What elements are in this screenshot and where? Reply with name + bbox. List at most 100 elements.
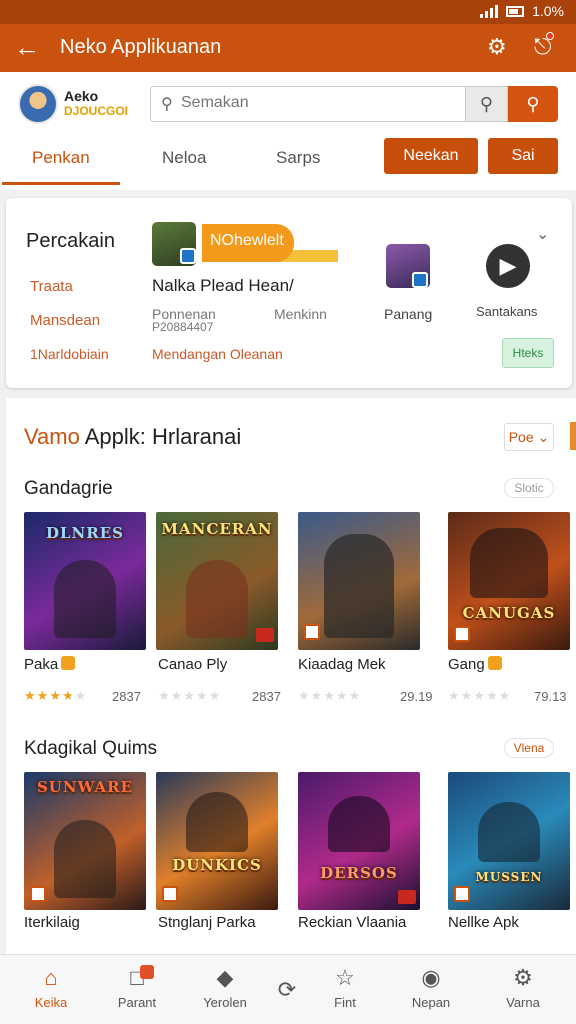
- green-action-button[interactable]: Hteks: [502, 338, 554, 368]
- app-badge-icon: [412, 272, 428, 288]
- game-name[interactable]: Kiaadag Mek: [298, 656, 386, 673]
- game-tile[interactable]: DLNRES: [24, 512, 146, 650]
- game-badge-icon: [162, 886, 178, 902]
- rating-count: 79.13: [534, 689, 567, 704]
- star-icon: ★: [335, 688, 349, 703]
- header: Aeko DJOUCGOI ⚲ ⚲ ⚲ Penkan Neloa Sarps N…: [0, 72, 576, 190]
- game-badge-icon: [304, 624, 320, 640]
- search-icon-button[interactable]: ⚲: [466, 86, 508, 122]
- card-link-mansdean[interactable]: Mansdean: [30, 312, 100, 329]
- promo-link[interactable]: Mendangan Oleanan: [152, 346, 283, 362]
- game-tile[interactable]: [298, 512, 420, 650]
- game-art-figure: [328, 796, 390, 852]
- game-tile[interactable]: CANUGAS: [448, 512, 570, 650]
- tab-penkan[interactable]: Penkan: [32, 148, 90, 168]
- nav-item-fint[interactable]: ☆ Fint: [304, 955, 386, 1024]
- search-submit-button[interactable]: ⚲: [508, 86, 558, 122]
- rating-count: 2837: [252, 689, 281, 704]
- game-art-figure: [54, 820, 116, 898]
- game-tile[interactable]: DUNKICS: [156, 772, 278, 910]
- game-name[interactable]: Gang: [448, 656, 502, 673]
- star-icon: ★: [298, 688, 311, 703]
- game-name[interactable]: Canao Ply: [158, 656, 227, 673]
- chat-icon: □: [130, 965, 144, 990]
- play-icon[interactable]: ▶: [486, 244, 530, 288]
- coin-icon: [487, 656, 502, 670]
- signal-icon: [480, 4, 499, 18]
- app-badge-icon: [180, 248, 196, 264]
- compass-icon[interactable]: ⎋: [534, 32, 555, 60]
- tab-indicator: [2, 182, 120, 185]
- star-icon: ★: [208, 688, 222, 703]
- search-box[interactable]: ⚲: [150, 86, 466, 122]
- star-icon: ★: [448, 688, 461, 703]
- row-title-2: Kdagikal Quims: [24, 738, 158, 759]
- star-icon: ★: [158, 688, 171, 703]
- star-icon: ★: [61, 688, 75, 703]
- neekan-button[interactable]: Neekan: [384, 138, 478, 174]
- gear-icon: ⚙: [513, 965, 533, 990]
- game-tile[interactable]: SUNWARE: [24, 772, 146, 910]
- game-tile[interactable]: DERSOS: [298, 772, 420, 910]
- tab-neloa[interactable]: Neloa: [162, 148, 206, 168]
- nav-item-varna[interactable]: ⚙ Varna: [482, 955, 564, 1024]
- game-tile[interactable]: MUSSEN: [448, 772, 570, 910]
- avatar[interactable]: [18, 84, 58, 124]
- user-name: Aeko: [64, 88, 99, 104]
- card-link-traata[interactable]: Traata: [30, 278, 73, 295]
- app-label-panang: Panang: [384, 306, 433, 322]
- game-badge-icon: [454, 886, 470, 902]
- star-icon: ★: [460, 688, 474, 703]
- games-section: Vamo Applk: Hrlaranai Poe ⌄ Gandagrie Sl…: [6, 398, 576, 954]
- user-subtitle: DJOUCGOI: [64, 104, 129, 118]
- nav-item-keika[interactable]: ⌂ Keika: [10, 955, 92, 1024]
- app-bar: ← Neko Applikuanan ⚙ ⎋: [0, 24, 576, 72]
- game-badge-icon: [398, 890, 416, 904]
- app-title: Neko Applikuanan: [60, 36, 222, 58]
- row-pill-2[interactable]: Vlena: [504, 738, 554, 758]
- filter-dropdown[interactable]: Poe ⌄: [504, 423, 554, 451]
- star-icon: ★: [170, 688, 184, 703]
- game-badge-icon: [30, 886, 46, 902]
- star-icon: ★: [485, 688, 499, 703]
- card-link-narldobiain[interactable]: 1Narldobiain: [30, 346, 109, 362]
- game-art-figure: [186, 560, 248, 638]
- game-art-figure: [54, 560, 116, 638]
- search-icon: ⚲: [526, 93, 540, 114]
- row-pill-1[interactable]: Slotic: [504, 478, 554, 498]
- promo-thumbnail[interactable]: [152, 222, 196, 266]
- tab-sarps[interactable]: Sarps: [276, 148, 320, 168]
- game-tile[interactable]: MANCERAN: [156, 512, 278, 650]
- promo-title[interactable]: Nalka Plead Hean/: [152, 276, 294, 296]
- app-icon-panang[interactable]: [386, 244, 430, 288]
- search-icon: ⚲: [479, 93, 494, 114]
- nav-item-nepan[interactable]: ◉ Nepan: [390, 955, 472, 1024]
- star-rating: ★★★★★: [448, 688, 511, 704]
- nav-item-parant[interactable]: □ Parant: [96, 955, 178, 1024]
- game-name[interactable]: Stnglanj Parka: [158, 914, 256, 931]
- star-icon: ☆: [335, 965, 355, 990]
- game-name[interactable]: Nellke Apk: [448, 914, 519, 931]
- rating-count: 29.19: [400, 689, 433, 704]
- back-arrow-icon[interactable]: ←: [14, 34, 40, 60]
- star-icon: ★: [498, 688, 512, 703]
- chevron-down-icon[interactable]: ⌄: [536, 224, 549, 244]
- game-name[interactable]: Reckian Vlaania: [298, 914, 406, 931]
- section-title: Vamo Applk: Hrlaranai: [24, 424, 242, 449]
- gear-icon[interactable]: ⚙: [487, 34, 507, 60]
- game-name[interactable]: Iterkilaig: [24, 914, 80, 931]
- search-input[interactable]: [181, 94, 461, 112]
- home-icon: ⌂: [44, 965, 58, 990]
- notification-dot: [546, 32, 555, 40]
- sai-button[interactable]: Sai: [488, 138, 558, 174]
- game-name[interactable]: Paka: [24, 656, 76, 673]
- star-icon: ★: [74, 688, 88, 703]
- search-icon: ⚲: [161, 96, 173, 113]
- battery-icon: [506, 5, 525, 17]
- star-icon: ★: [348, 688, 362, 703]
- star-rating: ★★★★★: [24, 688, 87, 704]
- status-bar: 1.0%: [0, 0, 576, 24]
- star-icon: ★: [183, 688, 196, 703]
- star-icon: ★: [473, 688, 486, 703]
- row-title-1: Gandagrie: [24, 478, 113, 499]
